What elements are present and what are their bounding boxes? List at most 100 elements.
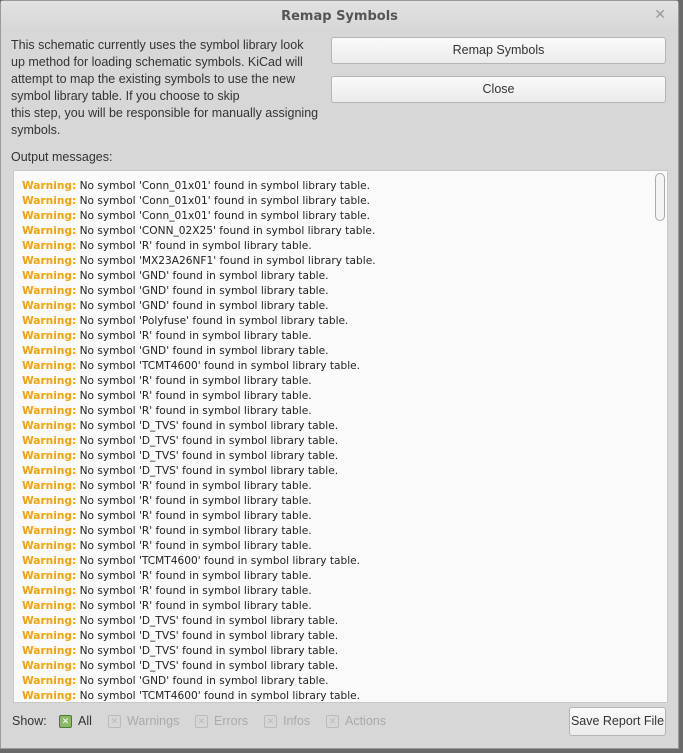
message-row: Warning: No symbol 'Conn_01x01' found in…	[22, 179, 376, 194]
checkbox-label: Errors	[214, 714, 249, 728]
warning-prefix: Warning:	[22, 675, 77, 687]
warning-prefix: Warning:	[22, 210, 77, 222]
message-text: No symbol 'D_TVS' found in symbol librar…	[79, 450, 339, 462]
message-row: Warning: No symbol 'D_TVS' found in symb…	[22, 614, 376, 629]
message-row: Warning: No symbol 'R' found in symbol l…	[22, 374, 376, 389]
message-text: No symbol 'GND' found in symbol library …	[79, 345, 329, 357]
warning-prefix: Warning:	[22, 195, 77, 207]
message-text: No symbol 'D_TVS' found in symbol librar…	[79, 615, 339, 627]
message-text: No symbol 'R' found in symbol library ta…	[79, 600, 312, 612]
warning-prefix: Warning:	[22, 390, 77, 402]
checkbox-icon: ✕	[108, 714, 121, 728]
warning-prefix: Warning:	[22, 255, 77, 267]
filter-actions-checkbox[interactable]: ✕ Actions	[326, 714, 386, 728]
warning-prefix: Warning:	[22, 660, 77, 672]
message-text: No symbol 'D_TVS' found in symbol librar…	[79, 465, 339, 477]
message-text: No symbol 'R' found in symbol library ta…	[79, 330, 312, 342]
warning-prefix: Warning:	[22, 420, 77, 432]
message-row: Warning: No symbol 'MX23A26NF1' found in…	[22, 254, 376, 269]
warning-prefix: Warning:	[22, 300, 77, 312]
show-label: Show:	[12, 714, 47, 728]
message-text: No symbol 'D_TVS' found in symbol librar…	[79, 660, 339, 672]
message-text: No symbol 'R' found in symbol library ta…	[79, 570, 312, 582]
message-row: Warning: No symbol 'R' found in symbol l…	[22, 329, 376, 344]
message-row: Warning: No symbol 'R' found in symbol l…	[22, 404, 376, 419]
message-row: Warning: No symbol 'R' found in symbol l…	[22, 239, 376, 254]
checkbox-icon: ✕	[326, 714, 339, 728]
dialog-title: Remap Symbols	[1, 1, 678, 32]
message-row: Warning: No symbol 'D_TVS' found in symb…	[22, 434, 376, 449]
message-text: No symbol 'R' found in symbol library ta…	[79, 480, 312, 492]
message-text: No symbol 'GND' found in symbol library …	[79, 675, 329, 687]
checkbox-icon: ✕	[195, 714, 208, 728]
message-text: No symbol 'D_TVS' found in symbol librar…	[79, 630, 339, 642]
message-row: Warning: No symbol 'R' found in symbol l…	[22, 494, 376, 509]
message-text: No symbol 'R' found in symbol library ta…	[79, 525, 312, 537]
warning-prefix: Warning:	[22, 600, 77, 612]
message-row: Warning: No symbol 'TCMT4600' found in s…	[22, 554, 376, 569]
filter-errors-checkbox[interactable]: ✕ Errors	[195, 714, 248, 728]
message-text: No symbol 'R' found in symbol library ta…	[79, 495, 312, 507]
message-row: Warning: No symbol 'GND' found in symbol…	[22, 344, 376, 359]
message-row: Warning: No symbol 'Conn_01x01' found in…	[22, 209, 376, 224]
intro-text: This schematic currently uses the symbol…	[11, 38, 319, 137]
close-button[interactable]: Close	[331, 76, 666, 103]
warning-prefix: Warning:	[22, 435, 77, 447]
message-text: No symbol 'MX23A26NF1' found in symbol l…	[79, 255, 376, 267]
warning-prefix: Warning:	[22, 180, 77, 192]
filter-all-checkbox[interactable]: ✕ All	[59, 714, 92, 728]
warning-prefix: Warning:	[22, 630, 77, 642]
message-text: No symbol 'Conn_01x01' found in symbol l…	[79, 195, 371, 207]
message-row: Warning: No symbol 'D_TVS' found in symb…	[22, 629, 376, 644]
message-row: Warning: No symbol 'GND' found in symbol…	[22, 284, 376, 299]
message-row: Warning: No symbol 'TCMT4600' found in s…	[22, 359, 376, 374]
message-text: No symbol 'D_TVS' found in symbol librar…	[79, 435, 339, 447]
save-report-file-button[interactable]: Save Report File	[569, 707, 666, 736]
message-row: Warning: No symbol 'D_TVS' found in symb…	[22, 419, 376, 434]
remap-symbols-button[interactable]: Remap Symbols	[331, 37, 666, 64]
message-row: Warning: No symbol 'R' found in symbol l…	[22, 479, 376, 494]
message-row: Warning: No symbol 'R' found in symbol l…	[22, 584, 376, 599]
message-text: No symbol 'Polyfuse' found in symbol lib…	[79, 315, 349, 327]
warning-prefix: Warning:	[22, 645, 77, 657]
message-row: Warning: No symbol 'GND' found in symbol…	[22, 269, 376, 284]
scrollbar[interactable]	[655, 173, 665, 221]
warning-prefix: Warning:	[22, 270, 77, 282]
message-row: Warning: No symbol 'R' found in symbol l…	[22, 569, 376, 584]
message-row: Warning: No symbol 'D_TVS' found in symb…	[22, 659, 376, 674]
checkbox-label: All	[78, 714, 92, 728]
message-row: Warning: No symbol 'D_TVS' found in symb…	[22, 464, 376, 479]
warning-prefix: Warning:	[22, 555, 77, 567]
message-row: Warning: No symbol 'D_TVS' found in symb…	[22, 644, 376, 659]
filter-infos-checkbox[interactable]: ✕ Infos	[264, 714, 310, 728]
message-text: No symbol 'TCMT4600' found in symbol lib…	[79, 360, 361, 372]
warning-prefix: Warning:	[22, 345, 77, 357]
message-text: No symbol 'R' found in symbol library ta…	[79, 390, 312, 402]
message-text: No symbol 'Conn_01x01' found in symbol l…	[79, 180, 371, 192]
message-row: Warning: No symbol 'CONN_02X25' found in…	[22, 224, 376, 239]
checkbox-label: Infos	[283, 714, 311, 728]
message-row: Warning: No symbol 'TCMT4600' found in s…	[22, 689, 376, 702]
message-row: Warning: No symbol 'R' found in symbol l…	[22, 599, 376, 614]
message-text: No symbol 'D_TVS' found in symbol librar…	[79, 645, 339, 657]
warning-prefix: Warning:	[22, 225, 77, 237]
message-row: Warning: No symbol 'GND' found in symbol…	[22, 674, 376, 689]
warning-prefix: Warning:	[22, 615, 77, 627]
filter-warnings-checkbox[interactable]: ✕ Warnings	[108, 714, 179, 728]
message-text: No symbol 'R' found in symbol library ta…	[79, 585, 312, 597]
message-text: No symbol 'R' found in symbol library ta…	[79, 405, 312, 417]
message-text: No symbol 'R' found in symbol library ta…	[79, 510, 312, 522]
warning-prefix: Warning:	[22, 315, 77, 327]
message-text: No symbol 'R' found in symbol library ta…	[79, 540, 312, 552]
message-text: No symbol 'CONN_02X25' found in symbol l…	[79, 225, 376, 237]
warning-prefix: Warning:	[22, 375, 77, 387]
checkbox-label: Warnings	[127, 714, 180, 728]
message-text: No symbol 'TCMT4600' found in symbol lib…	[79, 690, 361, 702]
message-text: No symbol 'R' found in symbol library ta…	[79, 375, 312, 387]
warning-prefix: Warning:	[22, 570, 77, 582]
warning-prefix: Warning:	[22, 540, 77, 552]
message-row: Warning: No symbol 'R' found in symbol l…	[22, 389, 376, 404]
close-icon[interactable]: ✕	[654, 7, 666, 23]
output-messages-label: Output messages:	[11, 150, 113, 164]
message-list: Warning: No symbol 'Conn_01x01' found in…	[22, 179, 376, 702]
